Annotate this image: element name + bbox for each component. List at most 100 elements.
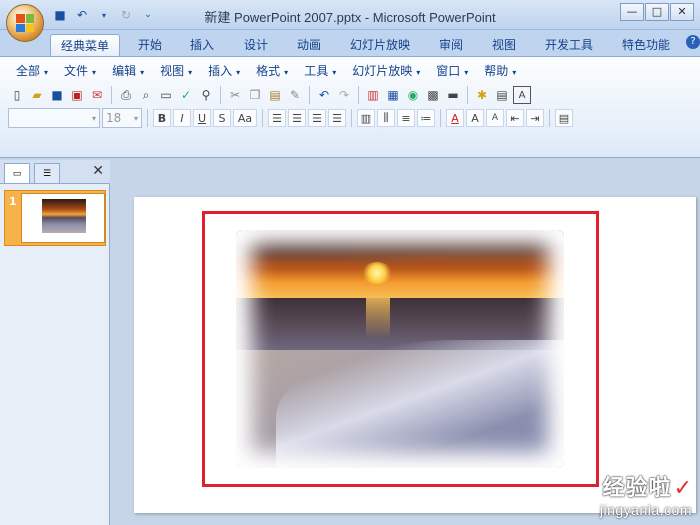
tab-developer[interactable]: 开发工具 [538, 34, 600, 56]
permission-icon[interactable]: ▣ [68, 86, 86, 104]
menu-view[interactable]: 视图 ▾ [152, 61, 200, 81]
tab-view[interactable]: 视图 [482, 34, 526, 56]
clipart-icon[interactable]: ◉ [404, 86, 422, 104]
chevron-down-icon: ▾ [464, 68, 469, 77]
tab-classic-menu[interactable]: 经典菜单 [50, 34, 120, 56]
tab-insert[interactable]: 插入 [180, 34, 224, 56]
maximize-button[interactable]: □ [645, 3, 669, 21]
menu-tools[interactable]: 工具 ▾ [296, 61, 344, 81]
menu-window[interactable]: 窗口 ▾ [428, 61, 476, 81]
print-preview-icon[interactable]: ⌕ [137, 86, 155, 104]
paste-icon[interactable]: ▤ [266, 86, 284, 104]
new-file-icon[interactable]: ▯ [8, 86, 26, 104]
minimize-button[interactable]: — [620, 3, 644, 21]
formatting-toolbar: ▾ 18 ▾ B I U S Aa ☰ ☰ ☰ ☰ ▥ ⫼ ≡ ≔ A A A ⇤… [8, 107, 573, 129]
open-folder-icon[interactable]: ▰ [28, 86, 46, 104]
menu-format-label: 格式 [256, 64, 281, 78]
align-center-icon[interactable]: ☰ [288, 109, 306, 127]
spelling-icon[interactable]: ✓ [177, 86, 195, 104]
increase-indent-icon[interactable]: ⇥ [526, 109, 544, 127]
text-direction-icon[interactable]: ⫼ [377, 109, 395, 127]
slides-panel: ▭ ☰ ✕ 1 [0, 160, 110, 525]
chart-icon[interactable]: ▥ [364, 86, 382, 104]
save-icon[interactable]: ■ [48, 86, 66, 104]
italic-button[interactable]: I [173, 109, 191, 127]
menu-slideshow-label: 幻灯片放映 [352, 64, 413, 78]
copy-icon[interactable]: ❐ [246, 86, 264, 104]
table-icon[interactable]: ▦ [384, 86, 402, 104]
layout-icon[interactable]: ▤ [493, 86, 511, 104]
menu-insert-label: 插入 [208, 64, 233, 78]
align-left-icon[interactable]: ☰ [268, 109, 286, 127]
format-painter-icon[interactable]: ✎ [286, 86, 304, 104]
separator [549, 109, 550, 127]
research-icon[interactable]: ⚲ [197, 86, 215, 104]
underline-button[interactable]: U [193, 109, 211, 127]
checkmark-icon: ✓ [673, 475, 692, 500]
menu-insert[interactable]: 插入 ▾ [200, 61, 248, 81]
menu-all-label: 全部 [16, 64, 41, 78]
shadow-button[interactable]: S [213, 109, 231, 127]
menu-edit[interactable]: 编辑 ▾ [104, 61, 152, 81]
slide-thumbnail-row[interactable]: 1 [4, 190, 106, 246]
watermark-url: jingyanla.com [599, 502, 692, 518]
office-button[interactable] [6, 4, 44, 42]
shrink-font-icon[interactable]: A [486, 109, 504, 127]
menu-tools-label: 工具 [304, 64, 329, 78]
print-icon[interactable]: ⎙ [117, 86, 135, 104]
menu-format[interactable]: 格式 ▾ [248, 61, 296, 81]
chevron-down-icon: ▾ [512, 68, 517, 77]
slides-panel-tabs: ▭ ☰ ✕ [0, 160, 110, 184]
font-color-icon[interactable]: A [446, 109, 464, 127]
chevron-down-icon: ▾ [332, 68, 337, 77]
outline-tab-icon: ☰ [42, 168, 52, 179]
title-bar: ■ ↶ ▾ ↻ ⌄ 新建 PowerPoint 2007.pptx - Micr… [0, 0, 700, 30]
separator [309, 86, 310, 104]
undo-icon[interactable]: ↶ [315, 86, 333, 104]
slide-thumbnail[interactable] [21, 193, 105, 243]
office-logo-icon [16, 14, 34, 32]
line-style-icon[interactable]: ▬ [444, 86, 462, 104]
numbering-icon[interactable]: ≡ [397, 109, 415, 127]
redo-icon[interactable]: ↷ [335, 86, 353, 104]
bullets-icon[interactable]: ≔ [417, 109, 435, 127]
menu-all[interactable]: 全部 ▾ [8, 61, 56, 81]
slides-tab[interactable]: ▭ [4, 163, 30, 183]
watermark-text: 经验啦 [602, 475, 672, 500]
tab-home[interactable]: 开始 [128, 34, 172, 56]
tab-animation[interactable]: 动画 [287, 34, 331, 56]
tab-review[interactable]: 审阅 [429, 34, 473, 56]
separator [147, 109, 148, 127]
separator [220, 86, 221, 104]
close-icon[interactable]: ✕ [92, 163, 104, 179]
font-size-combo[interactable]: 18 ▾ [102, 108, 142, 128]
menu-help[interactable]: 帮助 ▾ [476, 61, 524, 81]
text-box-icon[interactable]: A [513, 86, 531, 104]
columns-icon[interactable]: ▥ [357, 109, 375, 127]
bold-button[interactable]: B [153, 109, 171, 127]
standard-toolbar: ▯ ▰ ■ ▣ ✉ ⎙ ⌕ ▭ ✓ ⚲ ✂ ❐ ▤ ✎ ↶ ↷ ▥ ▦ ◉ ▩ … [8, 84, 531, 106]
menu-window-label: 窗口 [436, 64, 461, 78]
slide-layout-icon[interactable]: ▭ [157, 86, 175, 104]
fill-color-icon[interactable]: ▩ [424, 86, 442, 104]
tab-design[interactable]: 设计 [234, 34, 278, 56]
chevron-down-icon: ▾ [236, 68, 241, 77]
outline-tab[interactable]: ☰ [34, 163, 60, 183]
help-icon[interactable]: ? [686, 35, 700, 49]
close-button[interactable]: ✕ [670, 3, 694, 21]
tab-features[interactable]: 特色功能 [614, 34, 678, 56]
font-name-combo[interactable]: ▾ [8, 108, 100, 128]
email-icon[interactable]: ✉ [88, 86, 106, 104]
align-right-icon[interactable]: ☰ [308, 109, 326, 127]
menu-file[interactable]: 文件 ▾ [56, 61, 104, 81]
tab-slideshow[interactable]: 幻灯片放映 [344, 34, 416, 56]
sunset-beach-image[interactable] [236, 230, 564, 468]
cut-icon[interactable]: ✂ [226, 86, 244, 104]
justify-icon[interactable]: ☰ [328, 109, 346, 127]
change-case-button[interactable]: Aa [233, 109, 257, 127]
grow-font-icon[interactable]: A [466, 109, 484, 127]
new-slide-icon[interactable]: ✱ [473, 86, 491, 104]
menu-slideshow[interactable]: 幻灯片放映 ▾ [344, 61, 428, 81]
slide-design-icon[interactable]: ▤ [555, 109, 573, 127]
decrease-indent-icon[interactable]: ⇤ [506, 109, 524, 127]
